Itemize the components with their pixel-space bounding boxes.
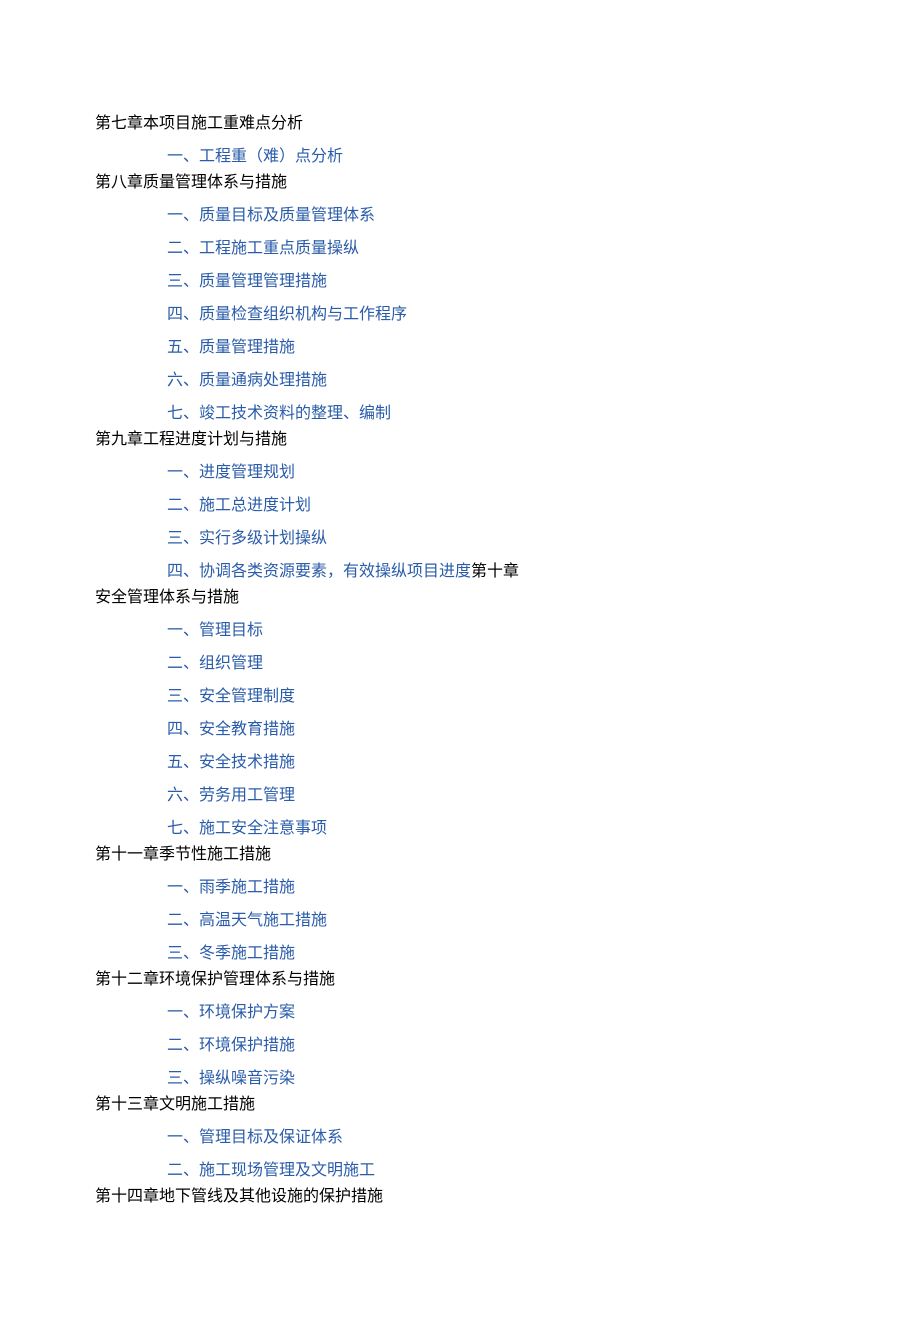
toc-link[interactable]: 六、劳务用工管理 (167, 784, 825, 808)
toc-link-text: 二、施工现场管理及文明施工 (167, 1162, 375, 1179)
toc-link-text: 三、安全管理制度 (167, 688, 295, 705)
toc-link-text: 一、工程重（难）点分析 (167, 148, 343, 165)
toc-link-text: 二、组织管理 (167, 655, 263, 672)
toc-link[interactable]: 一、质量目标及质量管理体系 (167, 204, 825, 228)
toc-link[interactable]: 五、质量管理措施 (167, 336, 825, 360)
toc-link[interactable]: 三、操纵噪音污染 (167, 1067, 825, 1091)
toc-link[interactable]: 一、环境保护方案 (167, 1001, 825, 1025)
toc-link[interactable]: 三、冬季施工措施 (167, 942, 825, 966)
toc-link[interactable]: 三、实行多级计划操纵 (167, 527, 825, 551)
toc-link[interactable]: 三、安全管理制度 (167, 685, 825, 709)
toc-link-text: 五、质量管理措施 (167, 339, 295, 356)
chapter-title: 第十一章季节性施工措施 (95, 843, 825, 867)
toc-link[interactable]: 二、工程施工重点质量操纵 (167, 237, 825, 261)
toc-link[interactable]: 三、质量管理管理措施 (167, 270, 825, 294)
toc-link-text: 六、质量通病处理措施 (167, 372, 327, 389)
toc-link-text: 六、劳务用工管理 (167, 787, 295, 804)
toc-link-text: 一、环境保护方案 (167, 1004, 295, 1021)
chapter-title: 安全管理体系与措施 (95, 586, 825, 610)
toc-link-text: 一、管理目标 (167, 622, 263, 639)
chapter-title: 第十二章环境保护管理体系与措施 (95, 968, 825, 992)
toc-link-text: 四、质量检查组织机构与工作程序 (167, 306, 407, 323)
chapter-title: 第九章工程进度计划与措施 (95, 428, 825, 452)
toc-link[interactable]: 七、施工安全注意事项 (167, 817, 825, 841)
toc-link-text: 二、施工总进度计划 (167, 497, 311, 514)
inline-chapter-suffix: 第十章 (471, 563, 519, 580)
toc-link[interactable]: 七、竣工技术资料的整理、编制 (167, 402, 825, 426)
toc-link[interactable]: 二、环境保护措施 (167, 1034, 825, 1058)
toc-link-text: 一、管理目标及保证体系 (167, 1129, 343, 1146)
toc-link[interactable]: 一、管理目标及保证体系 (167, 1126, 825, 1150)
toc-link[interactable]: 二、施工现场管理及文明施工 (167, 1159, 825, 1183)
toc-link-text: 三、质量管理管理措施 (167, 273, 327, 290)
toc-link[interactable]: 一、管理目标 (167, 619, 825, 643)
toc-link[interactable]: 四、协调各类资源要素，有效操纵项目进度第十章 (167, 560, 825, 584)
toc-link-text: 一、雨季施工措施 (167, 879, 295, 896)
toc-link-text: 七、竣工技术资料的整理、编制 (167, 405, 391, 422)
toc-link-text: 三、实行多级计划操纵 (167, 530, 327, 547)
toc-link[interactable]: 一、工程重（难）点分析 (167, 145, 825, 169)
chapter-title: 第八章质量管理体系与措施 (95, 171, 825, 195)
chapter-title: 第十四章地下管线及其他设施的保护措施 (95, 1185, 825, 1209)
toc-link-text: 二、高温天气施工措施 (167, 912, 327, 929)
toc-link-text: 五、安全技术措施 (167, 754, 295, 771)
toc-link-text: 一、质量目标及质量管理体系 (167, 207, 375, 224)
table-of-contents: 第七章本项目施工重难点分析一、工程重（难）点分析第八章质量管理体系与措施一、质量… (95, 112, 825, 1209)
toc-link-text: 三、操纵噪音污染 (167, 1070, 295, 1087)
toc-link[interactable]: 一、雨季施工措施 (167, 876, 825, 900)
chapter-title: 第七章本项目施工重难点分析 (95, 112, 825, 136)
toc-link[interactable]: 六、质量通病处理措施 (167, 369, 825, 393)
toc-link[interactable]: 一、进度管理规划 (167, 461, 825, 485)
toc-link-text: 四、协调各类资源要素，有效操纵项目进度 (167, 563, 471, 580)
toc-link-text: 七、施工安全注意事项 (167, 820, 327, 837)
toc-link-text: 四、安全教育措施 (167, 721, 295, 738)
toc-link-text: 二、环境保护措施 (167, 1037, 295, 1054)
toc-link[interactable]: 五、安全技术措施 (167, 751, 825, 775)
toc-link[interactable]: 二、施工总进度计划 (167, 494, 825, 518)
toc-link[interactable]: 四、安全教育措施 (167, 718, 825, 742)
toc-link-text: 三、冬季施工措施 (167, 945, 295, 962)
toc-link-text: 二、工程施工重点质量操纵 (167, 240, 359, 257)
toc-link[interactable]: 二、高温天气施工措施 (167, 909, 825, 933)
toc-link[interactable]: 二、组织管理 (167, 652, 825, 676)
chapter-title: 第十三章文明施工措施 (95, 1093, 825, 1117)
toc-link-text: 一、进度管理规划 (167, 464, 295, 481)
toc-link[interactable]: 四、质量检查组织机构与工作程序 (167, 303, 825, 327)
